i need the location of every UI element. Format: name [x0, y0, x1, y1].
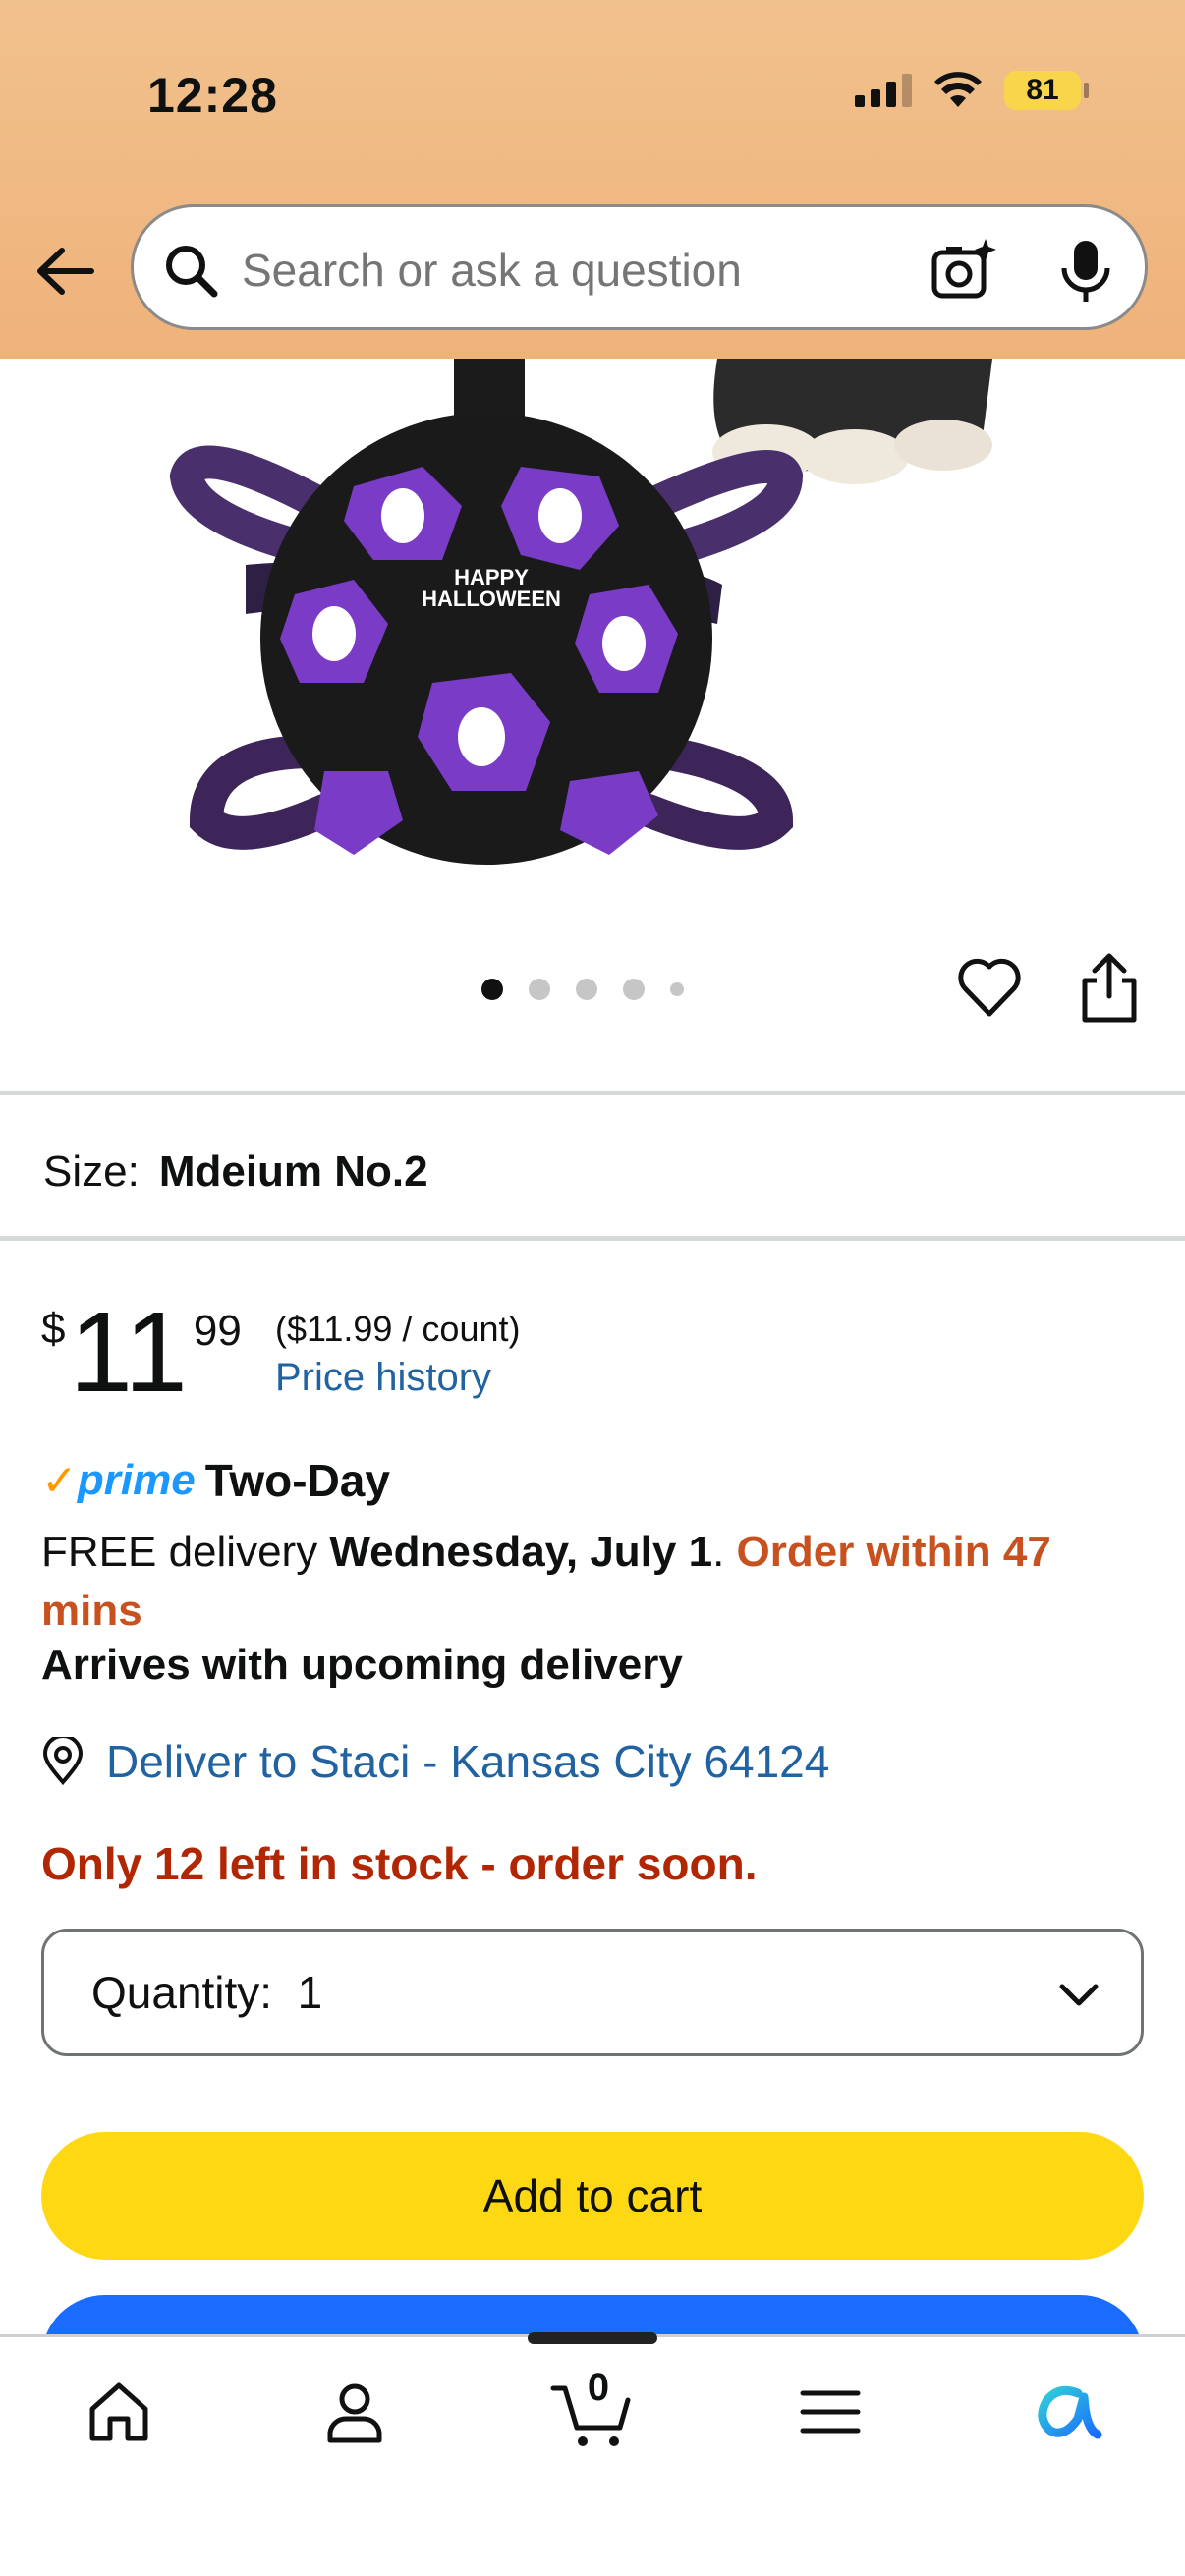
- size-label: Size:: [43, 1148, 140, 1196]
- price-symbol: $: [41, 1305, 66, 1353]
- microphone-icon[interactable]: [1056, 237, 1115, 306]
- chevron-down-icon: [1059, 1984, 1099, 2006]
- carousel-dot[interactable]: [576, 979, 597, 1000]
- nav-menu[interactable]: [786, 2368, 875, 2456]
- nav-account[interactable]: [310, 2368, 399, 2456]
- product-image[interactable]: HAPPY HALLOWEEN: [0, 359, 1185, 919]
- back-button[interactable]: [29, 236, 100, 307]
- nav-rufus[interactable]: [1022, 2368, 1110, 2456]
- wifi-icon: [934, 72, 982, 107]
- size-selector[interactable]: Size: Mdeium No.2: [43, 1148, 428, 1197]
- add-to-cart-button[interactable]: Add to cart: [41, 2132, 1144, 2260]
- quantity-label: Quantity:: [91, 1967, 273, 2018]
- share-icon[interactable]: [1077, 951, 1142, 1024]
- battery-indicator: 81: [1004, 71, 1089, 110]
- divider: [0, 1236, 1185, 1241]
- home-icon: [89, 2382, 148, 2441]
- delivery-separator: .: [712, 1528, 737, 1576]
- carousel-dot[interactable]: [481, 979, 503, 1000]
- camera-search-icon[interactable]: [929, 237, 997, 306]
- cart-count: 0: [587, 2366, 610, 2409]
- arrives-with-delivery: Arrives with upcoming delivery: [41, 1641, 683, 1689]
- cellular-signal-icon: [855, 74, 912, 107]
- svg-text:HALLOWEEN: HALLOWEEN: [422, 587, 561, 611]
- carousel-dot[interactable]: [623, 979, 645, 1000]
- delivery-info: FREE delivery Wednesday, July 1. Order w…: [41, 1523, 1152, 1641]
- price-whole: 11: [69, 1288, 188, 1416]
- nav-home[interactable]: [75, 2368, 163, 2456]
- heart-icon[interactable]: [955, 953, 1024, 1022]
- prime-check-icon: ✓: [41, 1456, 78, 1505]
- location-pin-icon: [42, 1737, 84, 1786]
- halloween-ball-image: HAPPY HALLOWEEN: [169, 359, 992, 865]
- prime-logo: prime: [77, 1456, 196, 1504]
- quantity-value: 1: [297, 1967, 323, 2018]
- account-icon: [327, 2383, 382, 2443]
- search-bar[interactable]: [131, 204, 1148, 330]
- deliver-to-link[interactable]: Deliver to Staci - Kansas City 64124: [41, 1735, 829, 1788]
- stock-warning: Only 12 left in stock - order soon.: [41, 1838, 758, 1889]
- unit-price: ($11.99 / count): [275, 1309, 521, 1349]
- active-tab-indicator: [528, 2332, 657, 2344]
- status-time: 12:28: [147, 68, 278, 123]
- divider: [0, 1091, 1185, 1095]
- image-carousel-dots[interactable]: [481, 979, 684, 1000]
- delivery-prefix: FREE delivery: [41, 1528, 330, 1576]
- carousel-dot[interactable]: [529, 979, 550, 1000]
- delivery-date: Wednesday, July 1: [329, 1528, 713, 1576]
- price: $ 11 99: [41, 1295, 242, 1409]
- rufus-icon: [1038, 2385, 1102, 2439]
- carousel-dot[interactable]: [670, 982, 684, 996]
- header-bar: 12:28 81: [0, 0, 1185, 359]
- nav-cart[interactable]: 0: [546, 2366, 635, 2456]
- search-input[interactable]: [242, 241, 880, 300]
- price-fraction: 99: [193, 1307, 242, 1355]
- prime-speed: Two-Day: [204, 1455, 390, 1506]
- size-value: Mdeium No.2: [158, 1148, 428, 1196]
- price-history-link[interactable]: Price history: [275, 1356, 491, 1400]
- status-icons: 81: [855, 71, 1089, 110]
- search-icon: [166, 246, 218, 298]
- deliver-to-text: Deliver to Staci - Kansas City 64124: [106, 1736, 830, 1787]
- quantity-selector[interactable]: Quantity: 1: [41, 1929, 1144, 2056]
- menu-icon: [800, 2390, 861, 2434]
- prime-badge: ✓ prime Two-Day: [41, 1454, 390, 1507]
- back-arrow-icon: [37, 248, 94, 295]
